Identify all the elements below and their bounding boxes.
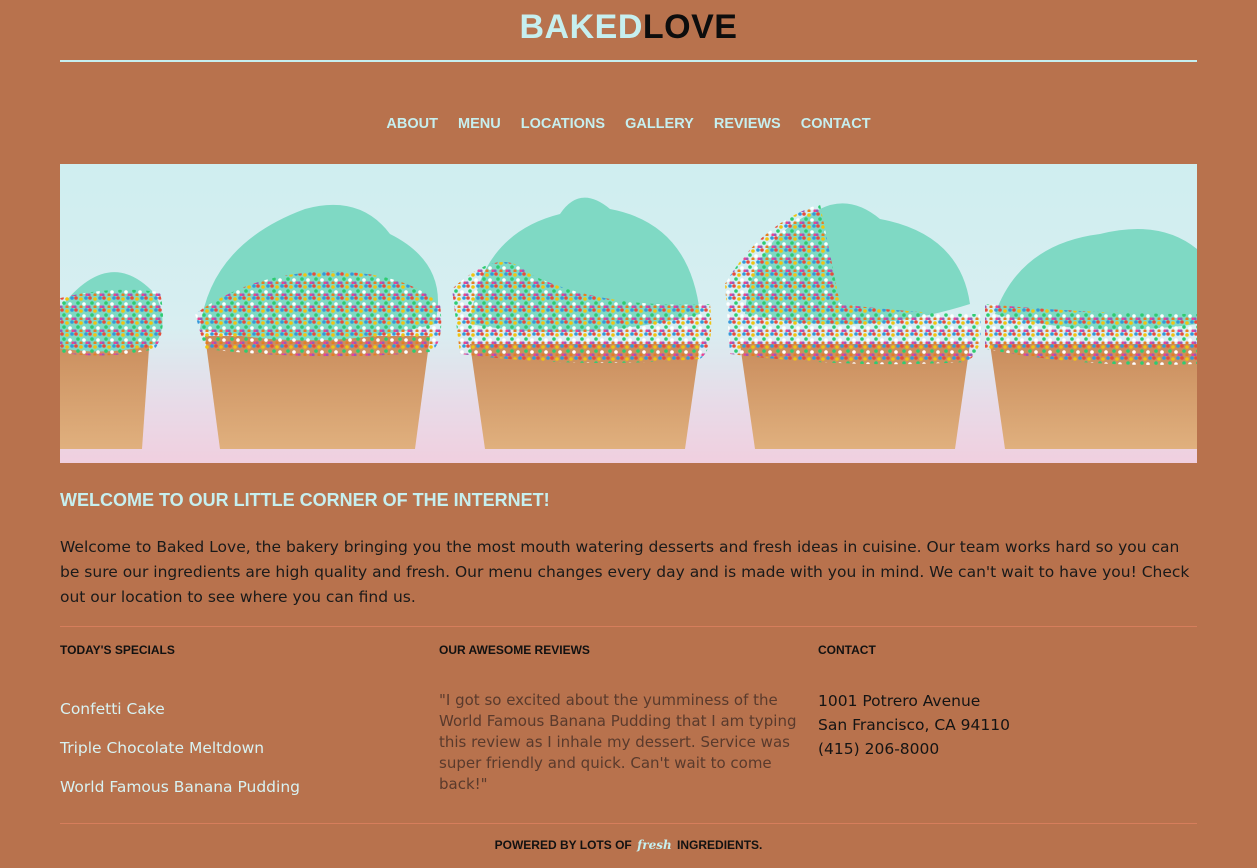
logo-baked: BAKED xyxy=(519,8,643,46)
logo-love: LOVE xyxy=(642,8,738,46)
special-item: Confetti Cake xyxy=(60,700,165,718)
contact-title: CONTACT xyxy=(818,643,876,657)
site-logo[interactable]: BAKEDLOVE xyxy=(60,8,1197,47)
special-item: World Famous Banana Pudding xyxy=(60,778,300,796)
cupcake-4 xyxy=(725,203,981,449)
main-nav: ABOUT MENU LOCATIONS GALLERY REVIEWS CON… xyxy=(0,116,1257,132)
cupcake-2 xyxy=(195,204,442,449)
footer-fresh: fresh xyxy=(637,838,672,852)
reviews-title: OUR AWESOME REVIEWS xyxy=(439,643,590,657)
hero-image-cupcakes xyxy=(60,164,1197,463)
nav-reviews[interactable]: REVIEWS xyxy=(714,116,781,132)
reviews-section: OUR AWESOME REVIEWS "I got so excited ab… xyxy=(439,643,809,793)
cupcake-3 xyxy=(452,197,712,449)
nav-about[interactable]: ABOUT xyxy=(386,116,438,132)
address-line-2: San Francisco, CA 94110 xyxy=(818,716,1010,734)
footer-suffix: INGREDIENTS. xyxy=(677,838,763,852)
special-item: Triple Chocolate Meltdown xyxy=(60,739,265,757)
nav-locations[interactable]: LOCATIONS xyxy=(521,116,605,132)
nav-contact[interactable]: CONTACT xyxy=(801,116,871,132)
specials-list: Confetti Cake Triple Chocolate Meltdown … xyxy=(60,699,300,816)
footer-prefix: POWERED BY LOTS OF xyxy=(494,838,632,852)
cupcake-5 xyxy=(985,229,1197,449)
contact-details: 1001 Potrero Avenue San Francisco, CA 94… xyxy=(818,689,1010,761)
contact-section: CONTACT 1001 Potrero Avenue San Francisc… xyxy=(818,643,1188,758)
phone-number[interactable]: (415) 206-8000 xyxy=(818,737,1010,761)
divider-top xyxy=(60,626,1197,627)
site-header: BAKEDLOVE xyxy=(60,0,1197,62)
welcome-text: Welcome to Baked Love, the bakery bringi… xyxy=(60,538,1190,606)
site-footer: POWERED BY LOTS OF fresh INGREDIENTS. xyxy=(0,838,1257,852)
review-quote: "I got so excited about the yumminess of… xyxy=(439,691,797,793)
divider-bottom xyxy=(60,823,1197,824)
welcome-title: WELCOME TO OUR LITTLE CORNER OF THE INTE… xyxy=(60,490,550,510)
nav-gallery[interactable]: GALLERY xyxy=(625,116,694,132)
address-line-1: 1001 Potrero Avenue xyxy=(818,692,981,710)
specials-section: TODAY'S SPECIALS Confetti Cake Triple Ch… xyxy=(60,643,430,796)
cupcake-1 xyxy=(60,272,164,449)
specials-title: TODAY'S SPECIALS xyxy=(60,643,175,657)
nav-menu[interactable]: MENU xyxy=(458,116,501,132)
